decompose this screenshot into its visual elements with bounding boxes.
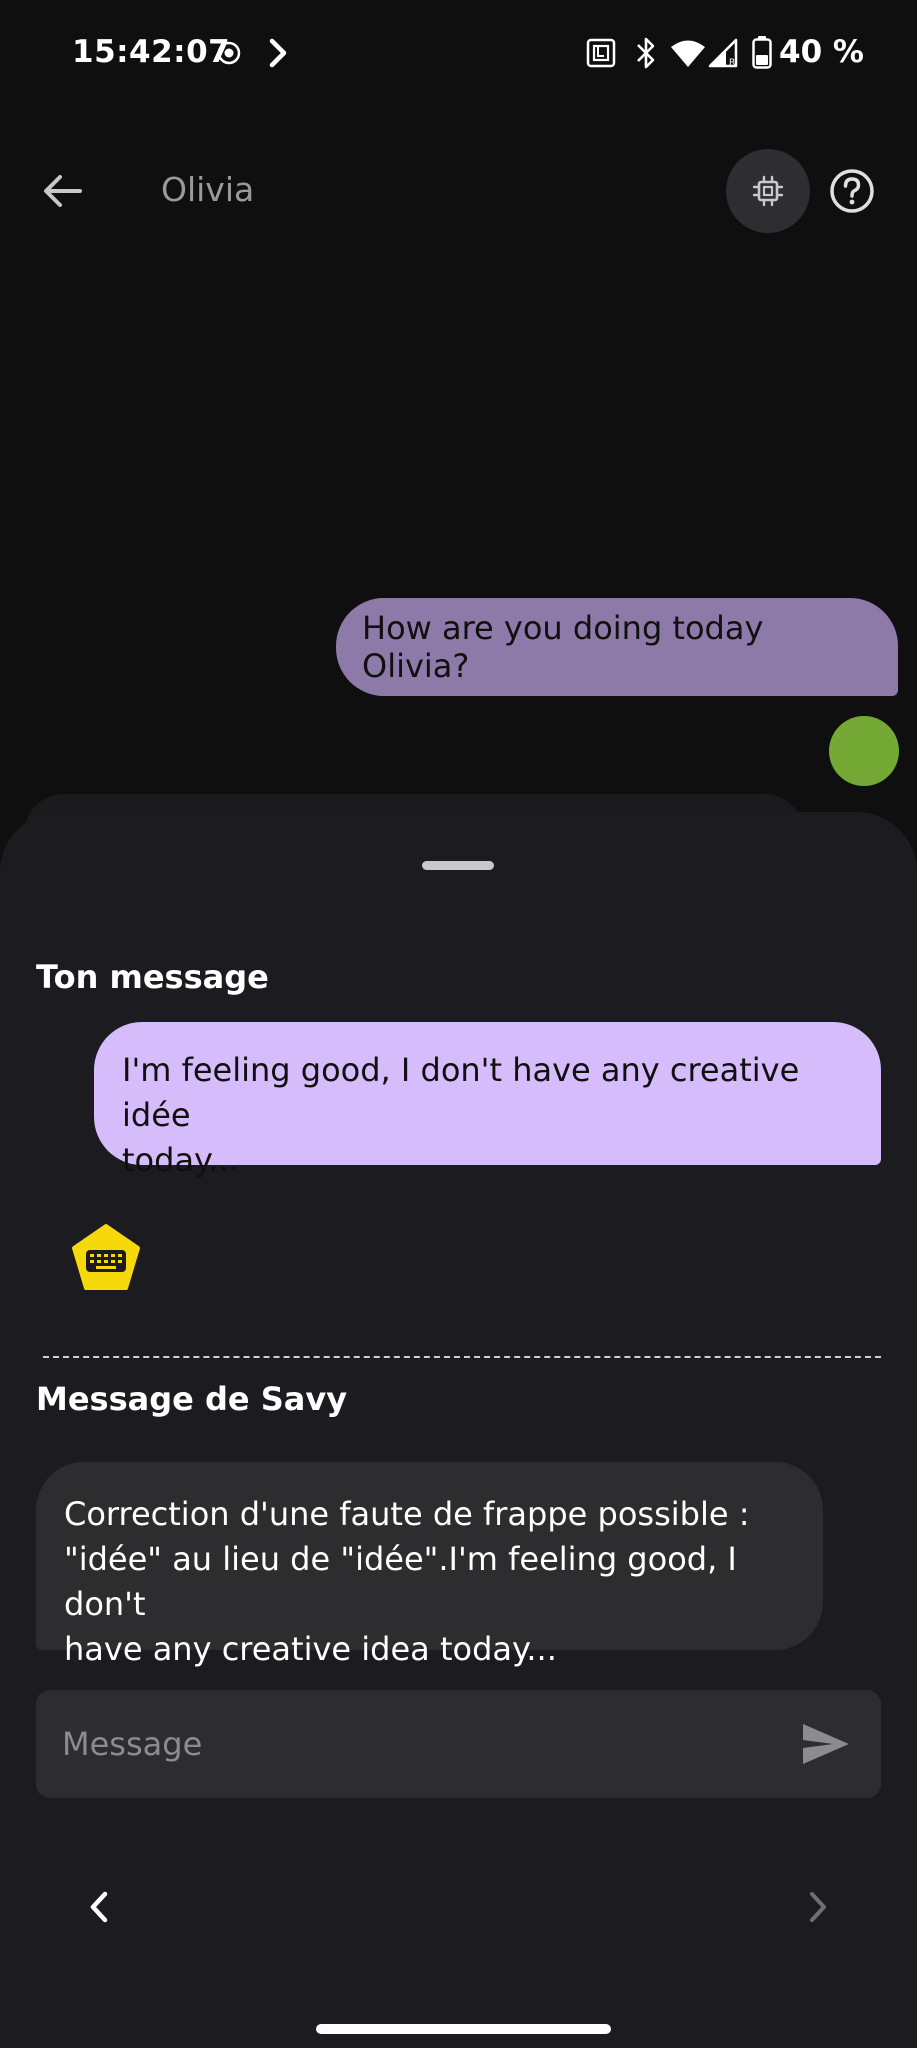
your-message-title: Ton message xyxy=(36,958,269,996)
your-message-line: today... xyxy=(122,1141,239,1179)
nfc-icon xyxy=(586,38,616,68)
keyboard-badge-button[interactable] xyxy=(70,1222,142,1294)
wifi-icon xyxy=(671,40,705,67)
send-button[interactable] xyxy=(796,1714,856,1774)
avatar[interactable] xyxy=(829,716,899,786)
bluetooth-icon xyxy=(637,37,655,69)
your-message-bubble: I'm feeling good, I don't have any creat… xyxy=(94,1022,881,1179)
your-message-line: I'm feeling good, I don't have any creat… xyxy=(122,1051,800,1134)
chevron-right-icon xyxy=(810,1892,826,1922)
status-bar: 15:42:07 R 40 % xyxy=(0,0,917,110)
savy-message-line: "idée" au lieu de "idée".I'm feeling goo… xyxy=(64,1540,737,1623)
status-time: 15:42:07 xyxy=(72,34,231,70)
previous-button[interactable] xyxy=(70,1872,126,1942)
svg-text:R: R xyxy=(729,58,735,68)
section-divider xyxy=(43,1356,881,1358)
user-message-text: How are you doing today Olivia? xyxy=(362,609,764,685)
message-input-container xyxy=(36,1690,881,1798)
help-icon xyxy=(830,169,874,213)
savy-message-bubble: Correction d'une faute de frappe possibl… xyxy=(36,1462,823,1668)
help-button[interactable] xyxy=(826,165,878,217)
savy-message-line: have any creative idea today... xyxy=(64,1630,557,1668)
review-bottom-sheet: Ton message I'm feeling good, I don't ha… xyxy=(0,812,917,2048)
next-button[interactable] xyxy=(791,1872,847,1942)
app-bar: Olivia xyxy=(0,140,917,240)
chip-icon xyxy=(752,175,784,207)
page-title: Olivia xyxy=(161,170,255,209)
ai-chip-button[interactable] xyxy=(726,149,810,233)
battery-percentage: 40 % xyxy=(779,34,864,70)
signal-icon: R xyxy=(708,38,738,68)
chevron-right-icon xyxy=(269,38,287,68)
chevron-left-icon xyxy=(90,1891,108,1923)
back-button[interactable] xyxy=(36,165,88,217)
back-arrow-icon xyxy=(44,175,82,207)
user-message-bubble[interactable]: How are you doing today Olivia? xyxy=(336,598,898,696)
message-input[interactable] xyxy=(62,1690,802,1798)
keyboard-icon xyxy=(72,1224,140,1290)
savy-message-line: Correction d'une faute de frappe possibl… xyxy=(64,1495,750,1533)
battery-icon xyxy=(752,36,772,69)
record-icon xyxy=(217,41,241,65)
savy-message-title: Message de Savy xyxy=(36,1380,348,1418)
drag-handle[interactable] xyxy=(422,861,494,870)
home-indicator[interactable] xyxy=(316,2024,611,2034)
send-icon xyxy=(803,1724,849,1764)
